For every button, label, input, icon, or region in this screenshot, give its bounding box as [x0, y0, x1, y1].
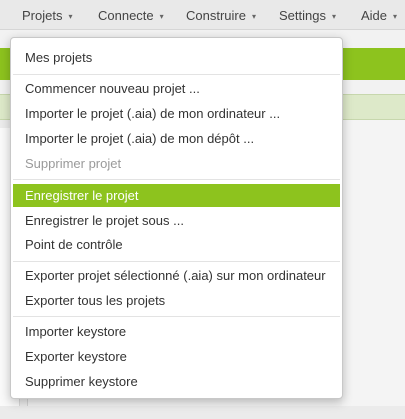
menu-item-commencer-nouveau-projet[interactable]: Commencer nouveau projet ... [13, 77, 340, 100]
menu-construire[interactable]: Construire ▾ [186, 8, 256, 23]
top-menu-bar: Projets ▾ Connecte ▾ Construire ▾ Settings ▾… [0, 0, 405, 30]
menu-projets-label: Projets [22, 8, 63, 23]
menu-projets[interactable]: Projets ▾ [22, 8, 72, 23]
menu-item-exporter-tous[interactable]: Exporter tous les projets [13, 289, 340, 312]
menu-item-enregistrer-sous[interactable]: Enregistrer le projet sous ... [13, 209, 340, 232]
menu-item-importer-keystore[interactable]: Importer keystore [13, 320, 340, 343]
footer-strip [0, 406, 405, 419]
menu-aide[interactable]: Aide ▾ [361, 8, 397, 23]
menu-item-exporter-keystore[interactable]: Exporter keystore [13, 345, 340, 368]
viewer-area [342, 120, 405, 419]
menu-aide-label: Aide [361, 8, 388, 23]
menu-divider [13, 316, 340, 317]
menu-item-importer-depot[interactable]: Importer le projet (.aia) de mon dépôt .… [13, 127, 340, 150]
menu-item-exporter-selectionne[interactable]: Exporter projet sélectionné (.aia) sur m… [13, 264, 340, 287]
menu-divider [13, 179, 340, 180]
menu-divider [13, 261, 340, 262]
menu-construire-label: Construire [186, 8, 246, 23]
chevron-down-icon: ▾ [251, 12, 256, 21]
chevron-down-icon: ▾ [68, 12, 73, 21]
menu-item-point-de-controle[interactable]: Point de contrôle [13, 233, 340, 256]
menu-settings-label: Settings [279, 8, 326, 23]
chevron-down-icon: ▾ [393, 12, 398, 21]
menu-item-mes-projets[interactable]: Mes projets [13, 46, 340, 69]
menu-settings[interactable]: Settings ▾ [279, 8, 336, 23]
menu-item-supprimer-keystore[interactable]: Supprimer keystore [13, 370, 340, 393]
menu-item-supprimer-projet[interactable]: Supprimer projet [13, 152, 340, 175]
menu-divider [13, 74, 340, 75]
chevron-down-icon: ▾ [331, 12, 336, 21]
projets-dropdown-menu: Mes projets Commencer nouveau projet ...… [10, 37, 343, 399]
menu-connecte-label: Connecte [98, 8, 154, 23]
menu-item-enregistrer-projet[interactable]: Enregistrer le projet [13, 184, 340, 207]
menu-connecte[interactable]: Connecte ▾ [98, 8, 164, 23]
chevron-down-icon: ▾ [159, 12, 164, 21]
menu-item-importer-ordinateur[interactable]: Importer le projet (.aia) de mon ordinat… [13, 102, 340, 125]
